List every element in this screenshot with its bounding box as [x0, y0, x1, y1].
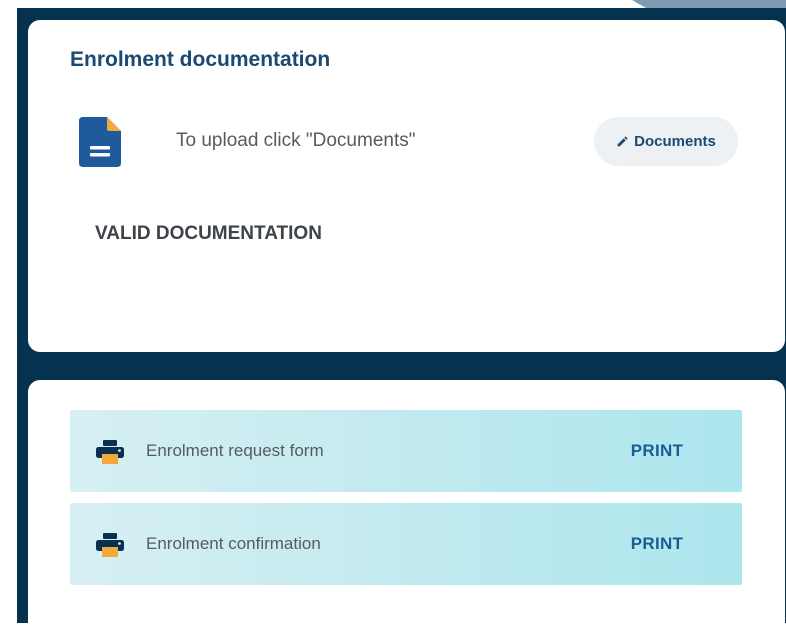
- print-row-label: Enrolment confirmation: [146, 534, 321, 553]
- documents-button[interactable]: Documents: [594, 117, 738, 166]
- valid-documentation-heading: VALID DOCUMENTATION: [95, 223, 322, 244]
- document-icon: [79, 117, 121, 167]
- corner-decoration: [632, 0, 786, 8]
- print-row-request-form: Enrolment request form PRINT: [70, 410, 742, 492]
- upload-hint: To upload click "Documents": [176, 130, 416, 151]
- pencil-icon: [616, 135, 629, 148]
- print-row-confirmation: Enrolment confirmation PRINT: [70, 503, 742, 585]
- section-title: Enrolment documentation: [70, 48, 331, 71]
- print-documents-card: Enrolment request form PRINT Enrolment c…: [28, 380, 785, 625]
- printer-icon: [96, 533, 124, 557]
- print-button-request-form[interactable]: PRINT: [624, 436, 690, 466]
- printer-icon: [96, 440, 124, 464]
- print-row-label: Enrolment request form: [146, 441, 324, 460]
- documents-button-label: Documents: [634, 133, 716, 150]
- enrolment-documentation-card: Enrolment documentation To upload click …: [28, 20, 785, 352]
- print-button-confirmation[interactable]: PRINT: [624, 529, 690, 559]
